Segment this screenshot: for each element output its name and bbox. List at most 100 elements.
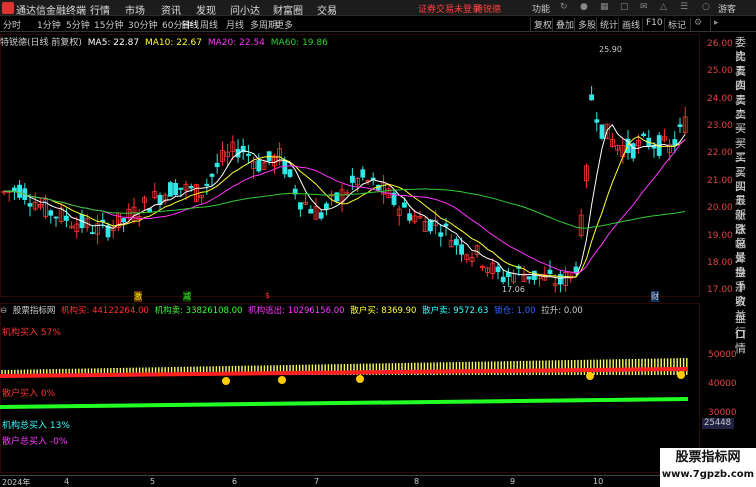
period-weekly[interactable]: 周线 [200,18,218,31]
price-tick: 25.00 [707,66,733,76]
app-logo-icon [2,2,14,14]
indicator-header: ⊖ 股票指标网 机构买: 44122264.00 机构卖: 33826108.0… [0,304,700,316]
ind-tick: 50000 [708,350,737,360]
period-monthly[interactable]: 月线 [226,18,244,31]
candlestick-chart[interactable] [0,34,700,297]
label-sh-buy-pct: 散户买入 0% [2,389,56,399]
period-daily[interactable]: 日线 [181,18,199,31]
event-marker-dollar[interactable]: $ [265,291,270,300]
period-fenshi[interactable]: 分时 [3,18,21,31]
candle-body [90,232,95,234]
avatar-icon[interactable]: ○ [702,2,710,12]
candle-body [318,212,324,219]
mail-icon[interactable]: ✉ [640,2,648,12]
side-label: 外盘 [735,251,746,279]
user-icon[interactable]: ● [580,2,588,12]
lock-value: 锁仓: 1.00 [494,306,536,316]
tab-hangqing[interactable]: 行情 [735,324,756,355]
chat-icon[interactable]: □ [620,2,629,12]
tab-pankou[interactable]: 盘口 [735,310,756,341]
candle-body [17,184,23,198]
app-title: 通达信金融终端 [16,6,86,17]
date-label: 2024年 [2,478,31,487]
settings-icon[interactable]: ⚙ [690,18,702,31]
candle-body [209,173,215,177]
menu-hangqing[interactable]: 行情 [90,2,110,17]
jg-sell: 机构卖: 33826108.00 [154,306,243,316]
price-tick: 23.00 [707,121,733,131]
collapse-icon[interactable]: ▸ [710,18,719,31]
list-icon[interactable]: ☰ [680,2,688,12]
ma10-value: MA10: 22.67 [144,38,202,48]
candle-body [526,276,532,280]
ma60-value: MA60: 19.86 [270,38,328,48]
menu-faxian[interactable]: 发现 [196,2,216,17]
refresh-icon[interactable]: ↻ [560,2,568,12]
date-label: 7 [314,477,320,486]
trade-login-warning[interactable]: 证券交易未登录 [418,2,481,15]
price-tick: 24.00 [707,94,733,104]
menu-wenxiaoda[interactable]: 问小达 [230,2,260,17]
event-marker-ji[interactable]: 激 [134,291,142,302]
candle-body [495,266,501,273]
event-marker-jian[interactable]: 减 [183,291,191,302]
period-5min[interactable]: 5分钟 [66,18,90,31]
f10-button[interactable]: F10 [642,18,663,31]
candle-body [287,169,293,177]
side-label: 最新 [735,194,746,222]
indicator-chart[interactable] [0,303,700,473]
side-label: 卖四 [735,64,746,92]
period-1min[interactable]: 1分钟 [37,18,61,31]
event-marker-cai[interactable]: 财 [651,291,659,302]
ind-tick: 30000 [708,408,737,418]
indicator-close-icon[interactable]: ⊖ [0,306,7,316]
candle-body [100,219,106,222]
mark-button[interactable]: 标记 [664,18,686,31]
period-15min[interactable]: 15分钟 [94,18,123,31]
candle-body [589,94,594,101]
candle-body [453,239,459,246]
date-label: 8 [414,477,420,486]
sh-sell: 散户卖: 9572.63 [422,306,489,316]
candle-body [64,215,69,221]
grid-icon[interactable]: ▦ [600,2,609,12]
side-label: 换手 [735,266,746,294]
ma20-value: MA20: 22.54 [207,38,265,48]
menu-zixun[interactable]: 资讯 [161,2,181,17]
bell-icon[interactable]: △ [660,2,667,12]
smiley-icon [677,371,685,379]
stats-button[interactable]: 统计 [596,18,618,31]
candle-body [641,133,646,137]
overlay-button[interactable]: 叠加 [552,18,574,31]
side-label: 买一 [735,122,746,150]
rise-value: 拉升: 0.00 [541,306,583,316]
date-label: 9 [510,477,516,486]
function-button[interactable]: 功能 [532,2,550,15]
side-label: 净资 [735,280,746,308]
period-30min[interactable]: 30分钟 [128,18,157,31]
candle-body [401,202,407,208]
candle-body [121,218,126,223]
green-indicator-line [0,397,689,409]
label-sh-total: 散户总买入 -0% [2,437,68,447]
menu-caifuquan[interactable]: 财富圈 [273,2,303,17]
candle-body [245,153,251,156]
side-label: 买五 [735,179,746,207]
smiley-icon [356,375,364,383]
period-multi[interactable]: 多周期 [250,18,277,31]
date-axis: 2024年 4 5 6 7 8 9 10 [0,475,700,487]
candle-body [27,203,33,207]
chart-frame [0,34,700,297]
multi-stock-button[interactable]: 多股 [574,18,596,31]
indicator-name[interactable]: 股票指标网 [13,306,56,316]
menu-shichang[interactable]: 市场 [125,2,145,17]
price-tick: 26.00 [707,39,733,49]
watermark-url: www.7gpzb.com [661,469,755,480]
chart-title: 特锐德(日线 前复权) [0,38,82,48]
guest-button[interactable]: 游客 [718,2,736,15]
current-stock-name: 特锐德 [474,5,502,15]
menu-jiaoyi[interactable]: 交易 [317,2,337,17]
draw-button[interactable]: 画线 [618,18,640,31]
period-more[interactable]: 更多 [275,18,293,31]
fuquan-button[interactable]: 复权 [530,18,552,31]
